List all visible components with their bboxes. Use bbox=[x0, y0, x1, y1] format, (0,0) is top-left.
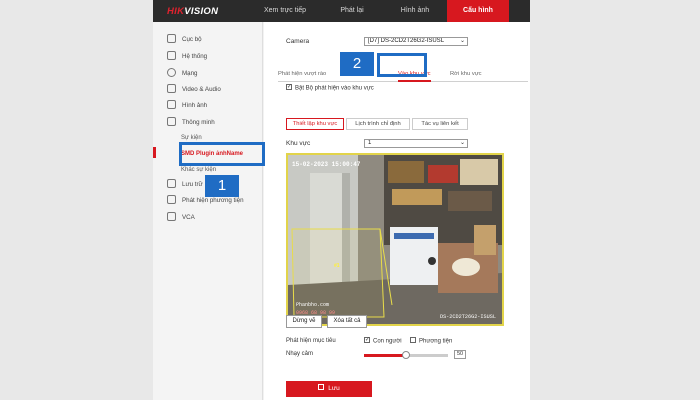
sidebar-item-label: Mạng bbox=[182, 70, 198, 77]
chevron-down-icon: ⌄ bbox=[459, 38, 465, 44]
clear-all-button[interactable]: Xóa tất cả bbox=[327, 315, 367, 328]
nav-playback[interactable]: Phát lại bbox=[321, 0, 383, 22]
sidebar-item-label: Hệ thống bbox=[182, 53, 208, 60]
top-navigation-bar: HIKVISION Xem trực tiếp Phát lại Hình ản… bbox=[153, 0, 530, 22]
vehicle-icon bbox=[167, 194, 176, 204]
stop-drawing-button[interactable]: Dừng vẽ bbox=[286, 315, 322, 328]
sidebar-item-video-audio[interactable]: Video & Audio bbox=[167, 83, 221, 97]
sidebar-item-label: Cục bộ bbox=[182, 36, 202, 43]
sidebar: Cục bộ Hệ thống Mạng Video & Audio Hình … bbox=[153, 22, 263, 400]
camera-select[interactable]: [D7] DS-2CD2T26G2-ISUSL ⌄ bbox=[364, 37, 468, 46]
slider-fill bbox=[364, 354, 406, 357]
camera-name-overlay: DS-2CD2T26G2-ISUSL bbox=[439, 314, 496, 320]
sensitivity-value[interactable]: 50 bbox=[454, 350, 466, 359]
main-content: Camera [D7] DS-2CD2T26G2-ISUSL ⌄ Phát hi… bbox=[264, 22, 530, 400]
sidebar-item-network[interactable]: Mạng bbox=[167, 67, 197, 81]
checkbox-checked bbox=[364, 337, 370, 343]
storage-icon bbox=[167, 178, 176, 188]
system-icon bbox=[167, 50, 176, 60]
target-vehicle-checkbox[interactable]: Phương tiện bbox=[410, 337, 453, 345]
nav-live-view[interactable]: Xem trực tiếp bbox=[249, 0, 321, 22]
sidebar-item-vca[interactable]: VCA bbox=[167, 211, 195, 225]
slider-handle[interactable] bbox=[402, 351, 410, 359]
video-icon bbox=[167, 83, 176, 93]
tab-area-settings[interactable]: Thiết lập khu vực bbox=[286, 118, 344, 130]
tab-arming-schedule[interactable]: Lịch trình chỉ định bbox=[346, 118, 410, 130]
sidebar-item-system[interactable]: Hệ thống bbox=[167, 50, 207, 64]
sidebar-item-label: VCA bbox=[182, 214, 195, 221]
target-person-checkbox[interactable]: Con người bbox=[364, 337, 402, 345]
zone-tag: #1 bbox=[334, 263, 340, 269]
sidebar-item-image[interactable]: Hình ảnh bbox=[167, 99, 207, 113]
camera-label: Camera bbox=[286, 38, 310, 45]
sidebar-item-label: Video & Audio bbox=[182, 86, 221, 93]
save-label: Lưu bbox=[328, 385, 340, 392]
sensitivity-slider[interactable] bbox=[364, 351, 448, 359]
tab-region-exiting[interactable]: Rời khu vực bbox=[450, 67, 482, 82]
sidebar-item-label: Hình ảnh bbox=[182, 102, 208, 109]
app-window: HIKVISION Xem trực tiếp Phát lại Hình ản… bbox=[153, 0, 530, 400]
chevron-down-icon: ⌄ bbox=[459, 140, 465, 146]
callout-box-2 bbox=[377, 53, 427, 77]
image-icon bbox=[167, 99, 176, 109]
nav-configuration[interactable]: Cấu hình bbox=[447, 0, 509, 22]
sidebar-item-label: Lưu trữ bbox=[182, 181, 203, 188]
sidebar-item-storage[interactable]: Lưu trữ bbox=[167, 178, 203, 192]
sidebar-item-local[interactable]: Cục bộ bbox=[167, 33, 202, 47]
checkbox-unchecked bbox=[410, 337, 416, 343]
camera-preview[interactable]: 15-02-2023 15:00:47 #1 Phanbho.com 0968 … bbox=[286, 153, 504, 326]
watermark-website: Phanbho.com bbox=[296, 302, 330, 308]
area-select-value: 1 bbox=[368, 140, 372, 146]
sidebar-item-label: Thông minh bbox=[182, 119, 215, 126]
nav-picture[interactable]: Hình ảnh bbox=[383, 0, 447, 22]
target-label: Phát hiện mục tiêu bbox=[286, 338, 336, 344]
globe-icon bbox=[167, 67, 176, 77]
camera-select-value: [D7] DS-2CD2T26G2-ISUSL bbox=[368, 38, 445, 44]
checkbox-label: Con người bbox=[373, 338, 402, 345]
camera-scene bbox=[288, 155, 502, 324]
checkbox-label: Phương tiện bbox=[419, 338, 453, 345]
vca-icon bbox=[167, 211, 176, 221]
floppy-icon bbox=[318, 384, 325, 391]
video-timestamp: 15-02-2023 15:00:47 bbox=[292, 161, 361, 168]
area-label: Khu vực bbox=[286, 140, 311, 147]
hikvision-logo: HIKVISION bbox=[167, 6, 219, 17]
area-select[interactable]: 1 ⌄ bbox=[364, 139, 468, 148]
sidebar-item-smart[interactable]: Thông minh bbox=[167, 116, 215, 130]
sensitivity-label: Nhạy cảm bbox=[286, 351, 314, 357]
tab-line-crossing[interactable]: Phát hiện vượt rào bbox=[278, 67, 326, 82]
calendar-icon bbox=[167, 116, 176, 126]
enable-detection-checkbox[interactable]: Bật Bộ phát hiện vào khu vực bbox=[286, 84, 374, 92]
save-button[interactable]: Lưu bbox=[286, 381, 372, 397]
callout-badge-1: 1 bbox=[205, 175, 239, 197]
callout-badge-2: 2 bbox=[340, 52, 374, 76]
callout-box-1 bbox=[179, 142, 265, 166]
checkbox-label: Bật Bộ phát hiện vào khu vực bbox=[295, 85, 374, 92]
tab-linkage-method[interactable]: Tác vụ liên kết bbox=[412, 118, 468, 130]
sidebar-item-label: Phát hiện phương tiện bbox=[182, 197, 244, 204]
active-indicator bbox=[153, 147, 156, 158]
monitor-icon bbox=[167, 33, 176, 43]
checkbox-checked bbox=[286, 84, 292, 90]
